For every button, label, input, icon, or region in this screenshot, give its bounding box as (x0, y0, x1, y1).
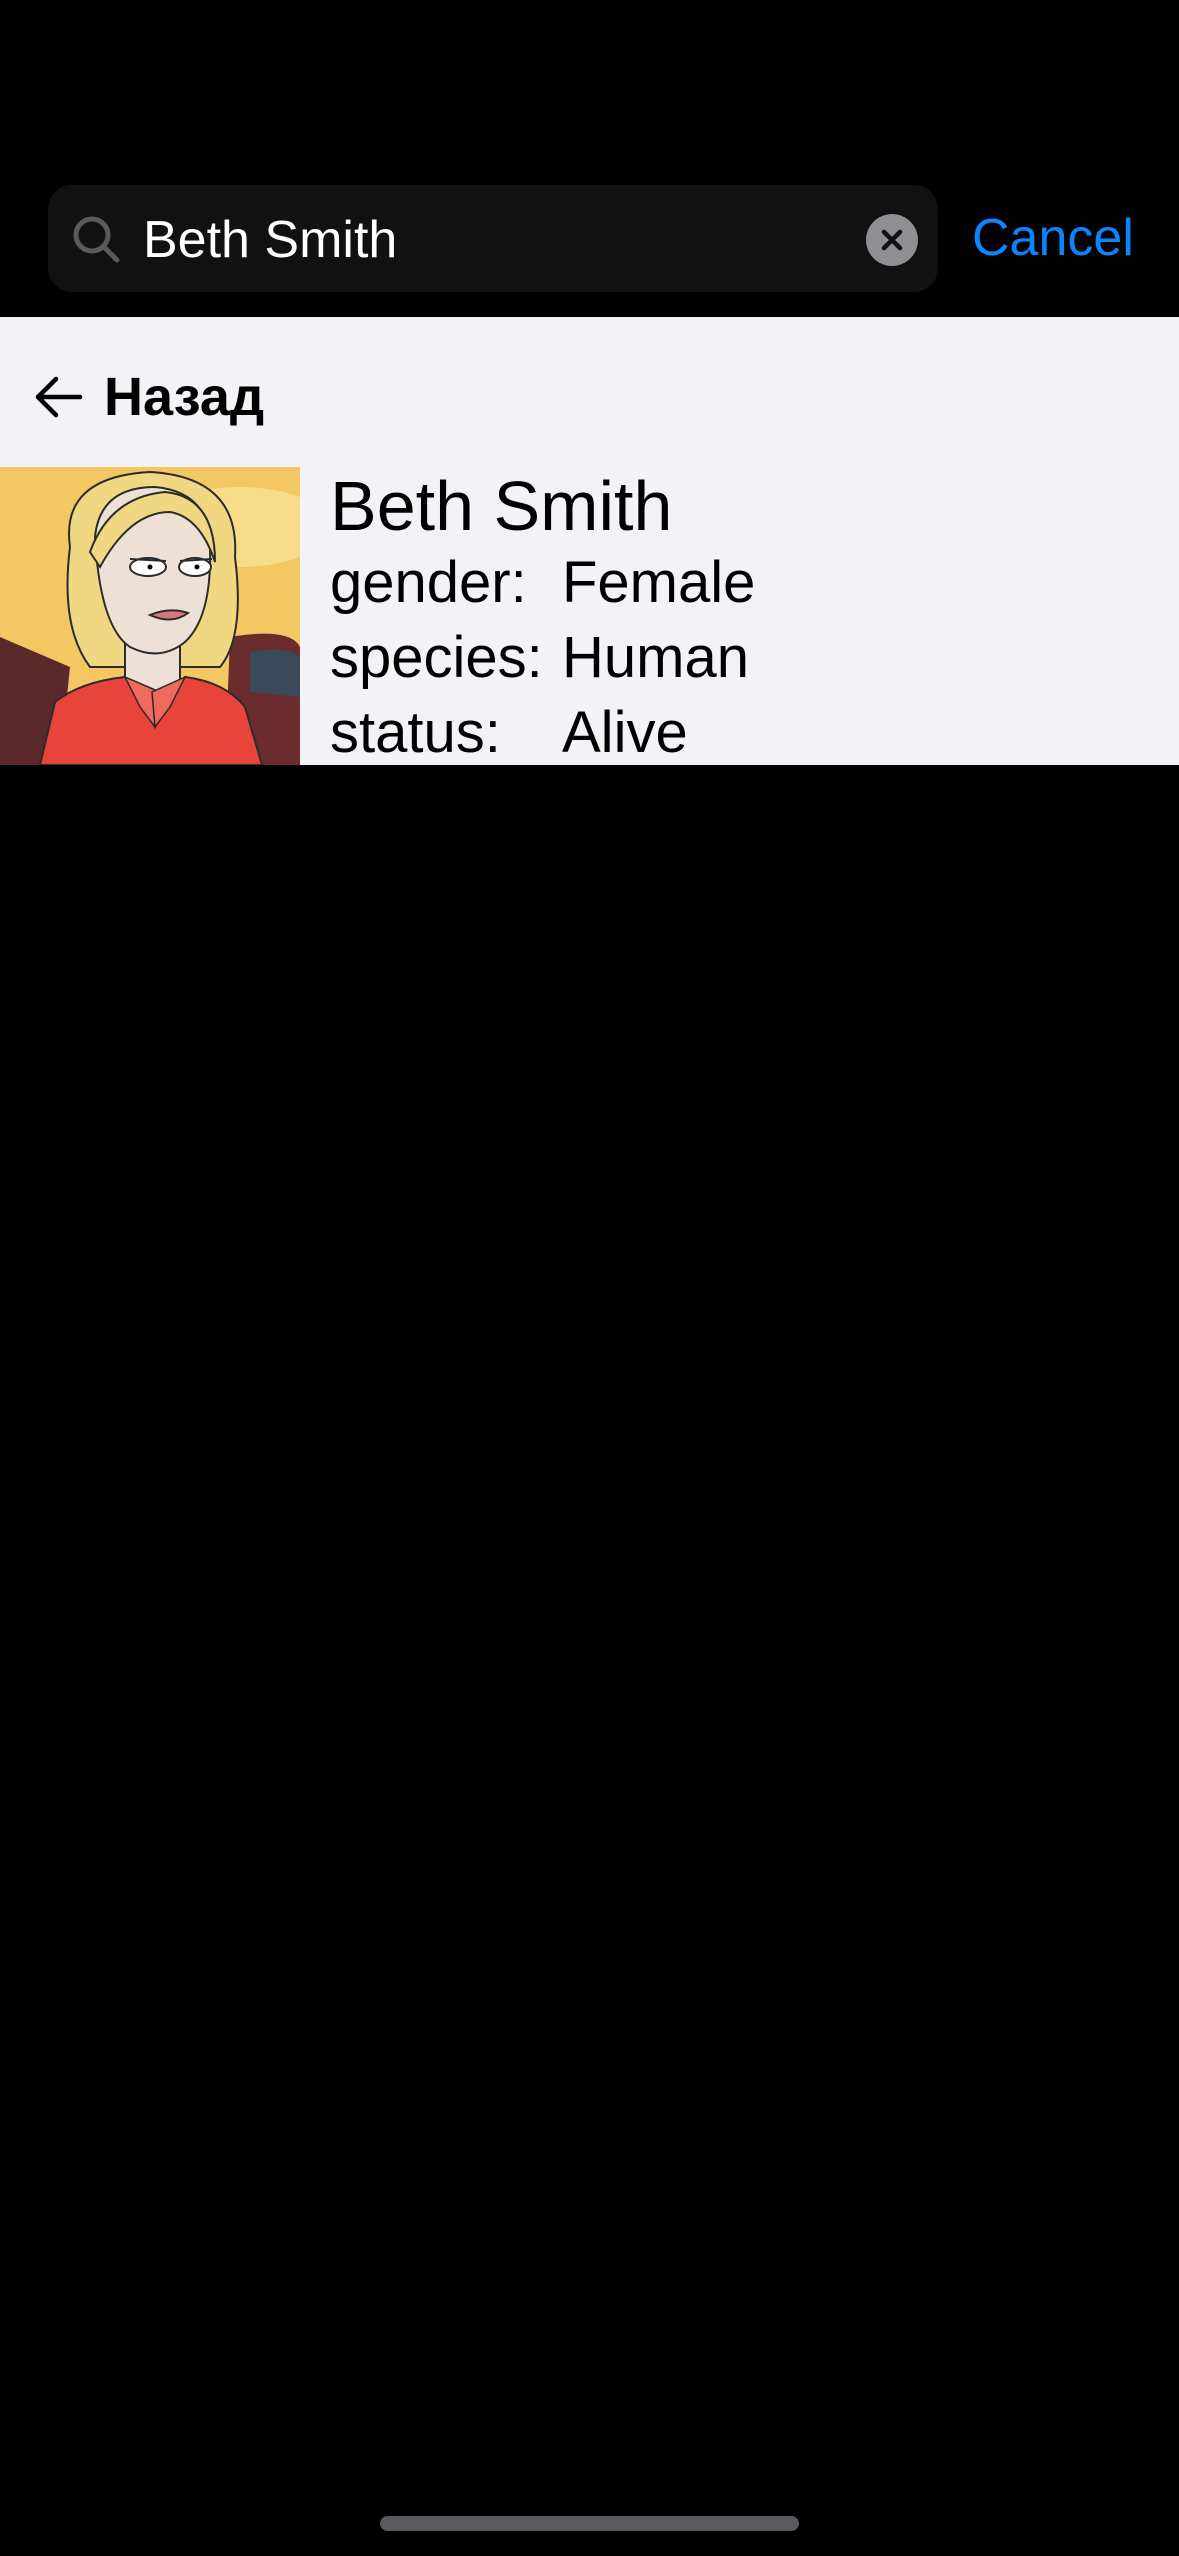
gender-label: gender: (330, 550, 527, 615)
species-label: species: (330, 625, 543, 690)
cancel-button[interactable]: Cancel (972, 200, 1134, 276)
character-portrait-image (0, 467, 300, 765)
back-label: Назад (104, 367, 265, 427)
character-name: Beth Smith (330, 467, 673, 545)
home-indicator[interactable] (380, 2516, 799, 2531)
status-value: Alive (562, 700, 688, 765)
status-label: status: (330, 700, 501, 765)
clear-search-button[interactable] (866, 214, 918, 266)
back-button[interactable]: Назад (30, 357, 264, 437)
app-screen: Cancel Назад (0, 0, 1179, 2556)
gender-value: Female (562, 550, 756, 615)
arrow-left-icon (35, 376, 83, 418)
species-value: Human (562, 625, 749, 690)
search-icon (73, 216, 120, 263)
search-input[interactable] (143, 200, 843, 280)
character-panel: Назад Beth Smith gender: Female species:… (0, 317, 1179, 765)
clear-icon (881, 229, 903, 251)
character-avatar (0, 467, 300, 765)
